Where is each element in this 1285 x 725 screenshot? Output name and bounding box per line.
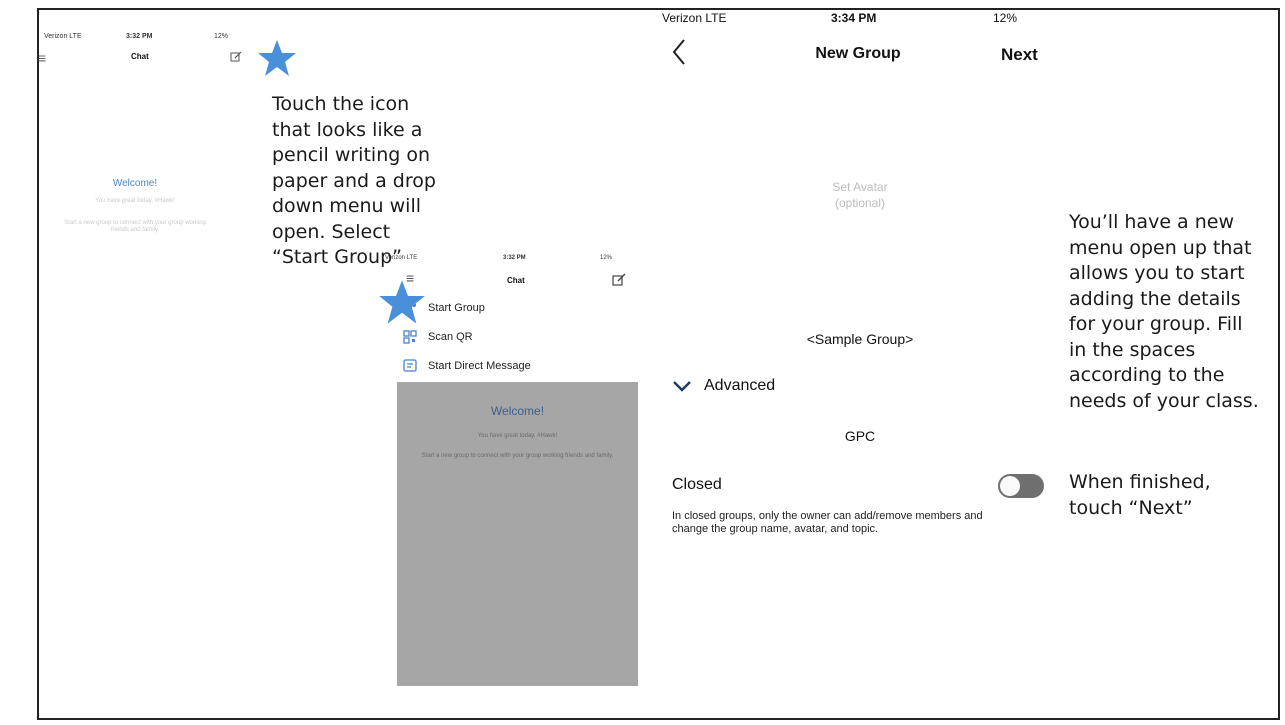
- status-time: 3:32 PM: [126, 33, 153, 40]
- set-avatar-button[interactable]: Set Avatar (optional): [800, 180, 920, 211]
- status-carrier: Verizon LTE: [44, 33, 82, 40]
- welcome-body: Start a new group to connect with your g…: [421, 453, 614, 459]
- advanced-toggle[interactable]: Advanced: [672, 377, 775, 395]
- toggle-knob: [1000, 476, 1020, 496]
- compose-icon[interactable]: [612, 273, 626, 287]
- next-button[interactable]: Next: [1001, 45, 1038, 65]
- callout-instructions-2: You’ll have a new menu open up that allo…: [1069, 210, 1259, 414]
- closed-description: In closed groups, only the owner can add…: [672, 510, 983, 535]
- callout-2-line: needs of your class.: [1069, 389, 1259, 412]
- topic-input[interactable]: GPC: [810, 428, 910, 444]
- callout-1-line: that looks like a: [272, 118, 423, 141]
- avatar-label: Set Avatar: [832, 180, 888, 194]
- callout-2-line: menu open up that: [1069, 236, 1252, 259]
- advanced-label: Advanced: [704, 377, 776, 394]
- welcome-subtitle: You have great today. #Hawk!: [95, 198, 175, 204]
- chat-title: Chat: [507, 276, 525, 285]
- callout-2-line: according to the: [1069, 364, 1225, 386]
- chat-title: Chat: [131, 52, 149, 61]
- callout-finish-line: touch “Next”: [1069, 496, 1193, 519]
- message-icon: [402, 359, 418, 373]
- closed-label: Closed: [672, 476, 722, 493]
- avatar-hint: (optional): [834, 195, 886, 210]
- menu-item-label: Start Direct Message: [428, 360, 531, 372]
- welcome-body: Start a new group to connect with your g…: [64, 220, 206, 234]
- compose-icon[interactable]: [230, 50, 242, 62]
- callout-finish: When finished, touch “Next”: [1069, 470, 1211, 521]
- callout-2-line: for your group. Fill: [1069, 313, 1243, 335]
- menu-item-start-direct-message[interactable]: Start Direct Message: [402, 359, 531, 373]
- menu-item-scan-qr[interactable]: Scan QR: [402, 330, 473, 344]
- status-battery: 12%: [993, 11, 1018, 25]
- star-marker-icon: [379, 280, 425, 324]
- menu-item-label: Scan QR: [428, 331, 473, 343]
- closed-toggle-switch[interactable]: [998, 474, 1044, 498]
- status-battery: 12%: [214, 33, 229, 40]
- callout-1-line: Touch the icon: [272, 93, 410, 115]
- callout-2-line: adding the details: [1069, 287, 1241, 310]
- callout-finish-line: When finished,: [1069, 471, 1211, 493]
- welcome-title: Welcome!: [112, 178, 158, 189]
- callout-1-line: down menu will: [272, 195, 422, 217]
- status-carrier-text: Verizon LTE: [662, 11, 727, 25]
- hamburger-menu-icon[interactable]: ≡: [38, 50, 46, 66]
- group-name-input[interactable]: <Sample Group>: [760, 331, 960, 347]
- status-battery: 12%: [600, 255, 613, 261]
- callout-1-line: open. Select: [272, 220, 391, 243]
- callout-instructions-1: Touch the icon that looks like a pencil …: [272, 92, 436, 271]
- dimmed-overlay[interactable]: [397, 382, 638, 686]
- callout-2-line: in the spaces: [1069, 338, 1196, 361]
- new-group-title: New Group: [815, 45, 901, 62]
- welcome-title: Welcome!: [490, 404, 545, 418]
- status-carrier: Verizon LTE: [662, 11, 726, 25]
- back-chevron-icon[interactable]: [672, 38, 692, 68]
- callout-1-line: pencil writing on: [272, 144, 431, 166]
- welcome-subtitle: You have great today. #Hawk!: [477, 433, 558, 439]
- status-time: 3:32 PM: [503, 255, 526, 261]
- star-marker-icon: [258, 40, 296, 76]
- status-time: 3:34 PM: [831, 11, 877, 25]
- chevron-down-icon: [673, 381, 691, 392]
- qr-icon: [402, 330, 418, 344]
- callout-2-line: You’ll have a new: [1069, 211, 1234, 233]
- status-carrier: Verizon LTE: [385, 255, 418, 261]
- menu-item-label: Start Group: [428, 302, 485, 314]
- callout-2-line: allows you to start: [1069, 262, 1245, 284]
- callout-1-line: paper and a drop: [272, 169, 436, 192]
